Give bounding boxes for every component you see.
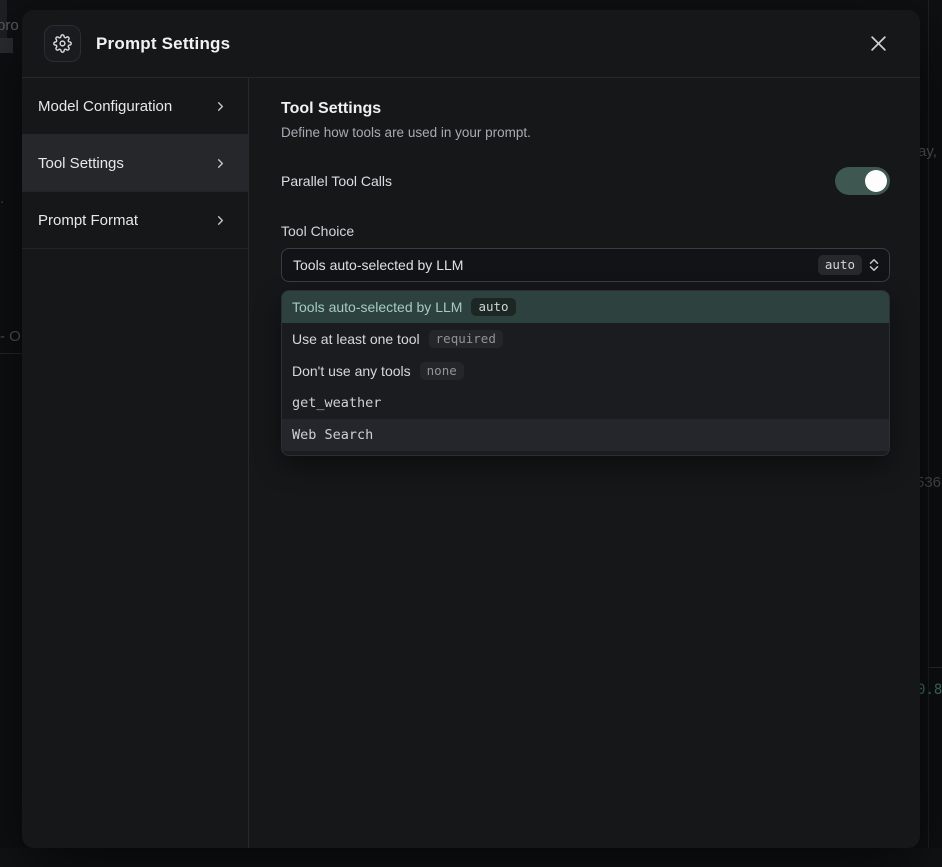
select-right: auto xyxy=(818,255,881,275)
sidebar-item-tool-settings[interactable]: Tool Settings xyxy=(22,135,248,192)
dropdown-option-none[interactable]: Don't use any tools none xyxy=(282,355,889,387)
select-updown-icon xyxy=(867,257,881,273)
chevron-right-icon xyxy=(213,156,228,171)
dropdown-option-get-weather[interactable]: get_weather xyxy=(282,387,889,419)
gear-icon xyxy=(44,25,81,62)
bg-divider-line xyxy=(928,0,929,867)
settings-sidebar: Model Configuration Tool Settings Prompt… xyxy=(22,78,249,848)
tool-choice-label: Tool Choice xyxy=(281,223,890,239)
dropdown-option-auto[interactable]: Tools auto-selected by LLM auto xyxy=(282,291,889,323)
sidebar-item-prompt-format[interactable]: Prompt Format xyxy=(22,192,248,249)
bg-text-fragment: . xyxy=(0,190,4,207)
modal-title: Prompt Settings xyxy=(96,34,230,54)
bg-value-fragment: 0.8 xyxy=(917,682,942,698)
dropdown-option-web-search[interactable]: Web Search xyxy=(282,419,889,451)
option-badge: required xyxy=(429,330,503,348)
toggle-knob xyxy=(865,170,887,192)
prompt-settings-modal: Prompt Settings Model Configuration Tool… xyxy=(22,10,920,848)
sidebar-item-label: Tool Settings xyxy=(38,155,124,172)
chevron-right-icon xyxy=(213,213,228,228)
select-value: Tools auto-selected by LLM xyxy=(293,257,463,273)
close-icon xyxy=(870,35,887,52)
sidebar-item-label: Model Configuration xyxy=(38,98,172,115)
option-badge: none xyxy=(420,362,464,380)
panel-subtitle: Define how tools are used in your prompt… xyxy=(281,125,890,140)
parallel-tool-calls-toggle[interactable] xyxy=(835,167,890,195)
sidebar-item-label: Prompt Format xyxy=(38,212,138,229)
select-value-badge: auto xyxy=(818,255,862,275)
parallel-tool-calls-row: Parallel Tool Calls xyxy=(281,166,890,196)
modal-body: Model Configuration Tool Settings Prompt… xyxy=(22,78,920,848)
panel-heading: Tool Settings xyxy=(281,100,890,118)
modal-header: Prompt Settings xyxy=(22,10,920,78)
option-label: Don't use any tools xyxy=(292,363,411,379)
bg-shape-fragment xyxy=(0,38,13,53)
bg-bottom-strip xyxy=(0,848,942,867)
bg-text-fragment: pro xyxy=(0,17,19,34)
bg-divider-line xyxy=(929,667,942,668)
dropdown-option-required[interactable]: Use at least one tool required xyxy=(282,323,889,355)
option-badge: auto xyxy=(471,298,515,316)
option-label: Tools auto-selected by LLM xyxy=(292,299,462,315)
option-label: Use at least one tool xyxy=(292,331,420,347)
close-button[interactable] xyxy=(864,30,892,58)
parallel-tool-calls-label: Parallel Tool Calls xyxy=(281,173,392,189)
sidebar-item-model-configuration[interactable]: Model Configuration xyxy=(22,78,248,135)
chevron-right-icon xyxy=(213,99,228,114)
option-label: Web Search xyxy=(292,427,373,443)
bg-text-fragment: ay, xyxy=(918,143,937,160)
option-label: get_weather xyxy=(292,395,381,411)
tool-choice-dropdown: Tools auto-selected by LLM auto Use at l… xyxy=(281,290,890,456)
tool-choice-select[interactable]: Tools auto-selected by LLM auto xyxy=(281,248,890,282)
tool-settings-panel: Tool Settings Define how tools are used … xyxy=(249,78,920,848)
